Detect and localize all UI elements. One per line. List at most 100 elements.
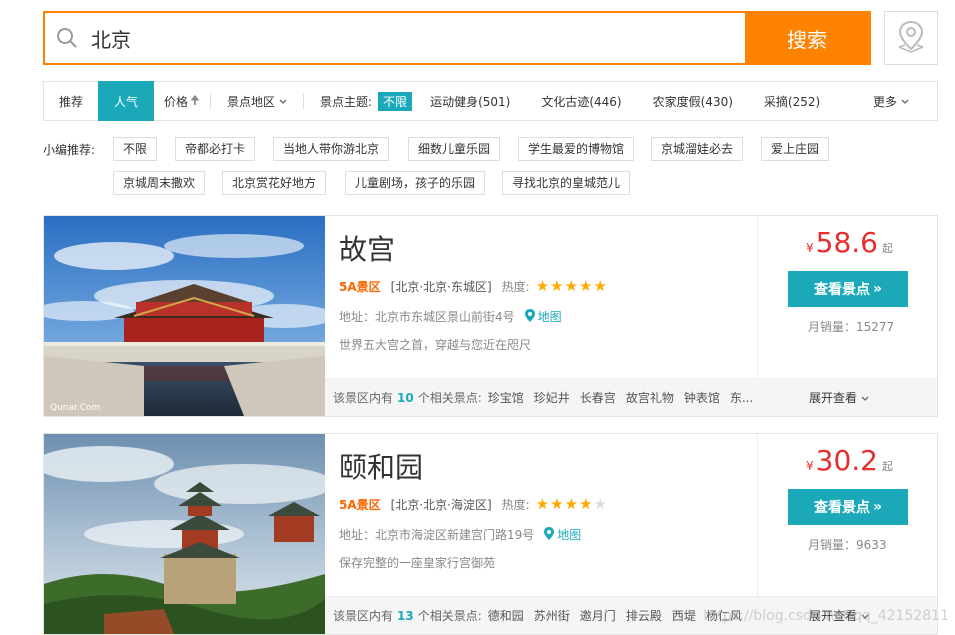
summer-palace-photo[interactable] — [44, 434, 325, 634]
related-spot[interactable]: 苏州街 — [534, 607, 570, 624]
star-icon: ★ — [535, 277, 550, 295]
recommend-tag[interactable]: 帝都必打卡 — [175, 137, 256, 161]
related-spot[interactable]: 钟表馆 — [684, 389, 720, 406]
sort-popular-label: 人气 — [113, 94, 138, 109]
address: 地址：北京市东城区景山前街4号 — [339, 310, 515, 324]
map-link[interactable]: 地图 — [544, 526, 581, 543]
star-icon: ★ — [593, 277, 607, 295]
region-label: [北京·北京·东城区] — [390, 280, 492, 294]
theme-option[interactable]: 文化古迹(446) — [541, 93, 621, 110]
star-icon: ★ — [579, 495, 593, 513]
monthly-sales: 月销量：15277 — [808, 320, 895, 334]
sort-recommend-label: 推荐 — [58, 94, 83, 109]
search-icon — [45, 13, 89, 63]
chevron-down-icon — [901, 94, 909, 108]
view-attraction-button[interactable]: 查看景点 » — [788, 489, 908, 525]
result-card: 颐和园 5A景区 [北京·北京·海淀区] 热度: ★ ★ ★ ★ ★ 地址：北京… — [43, 433, 938, 635]
region-label: [北京·北京·海淀区] — [390, 498, 492, 512]
monthly-sales: 月销量：9633 — [808, 538, 887, 552]
forbidden-city-photo[interactable]: Qunar.Com — [44, 216, 325, 416]
search-bar: 搜索 — [43, 11, 871, 65]
related-spot[interactable]: 珍宝馆 — [488, 389, 524, 406]
expand-button[interactable]: 展开查看 — [801, 389, 873, 406]
star-icon: ★ — [564, 277, 579, 295]
region-dropdown-label: 景点地区 — [226, 94, 275, 109]
related-count: 10 — [397, 390, 414, 405]
photo-credit: Qunar.Com — [50, 403, 100, 413]
related-spot[interactable]: 长春宫 — [580, 389, 616, 406]
price-value: 58.6 — [815, 226, 878, 259]
hot-label: 热度: — [501, 280, 530, 294]
location-pin-icon — [544, 526, 555, 543]
view-attraction-button[interactable]: 查看景点 » — [788, 271, 908, 307]
recommend-tag[interactable]: 北京赏花好地方 — [222, 171, 327, 195]
description: 世界五大宫之首，穿越与您近在咫尺 — [339, 338, 532, 352]
view-button-label: 查看景点 — [813, 282, 870, 298]
attraction-name[interactable]: 颐和园 — [339, 446, 423, 486]
recommend-tag[interactable]: 细数儿童乐园 — [408, 137, 501, 161]
sort-price-label: 价格 — [164, 94, 189, 109]
chevron-down-icon — [861, 391, 869, 405]
sort-price[interactable]: 价格 🠉 — [154, 81, 210, 121]
star-icon: ★ — [550, 277, 564, 295]
sort-recommend[interactable]: 推荐 — [44, 81, 98, 121]
price-value: 30.2 — [815, 444, 878, 477]
double-chevron-right-icon: » — [872, 281, 883, 297]
related-count: 13 — [397, 608, 414, 623]
related-spot[interactable]: 排云殿 — [626, 607, 662, 624]
related-spot[interactable]: 西堤 — [672, 607, 696, 624]
watermark: https://blog.csdn.net/qq_42152811 — [703, 608, 949, 624]
double-chevron-right-icon: » — [872, 499, 883, 515]
address: 地址：北京市海淀区新建宫门路19号 — [339, 528, 535, 542]
map-pin-icon — [895, 19, 927, 58]
more-themes-button[interactable]: 更多 — [873, 93, 909, 110]
currency-symbol: ¥ — [806, 241, 814, 255]
theme-option[interactable]: 运动健身(501) — [430, 93, 510, 110]
related-spots-bar: 该景区内有 10 个相关景点: 珍宝馆 珍妃井 长春宫 故宫礼物 钟表馆 东..… — [325, 378, 937, 416]
filter-bar: 推荐 人气 价格 🠉 景点地区 景点主题: 不限 运动健身(501) 文化古迹(4… — [43, 81, 938, 121]
theme-label: 景点主题: — [320, 94, 373, 109]
search-input[interactable] — [89, 13, 745, 63]
location-pin-icon — [524, 308, 535, 325]
recommend-tag[interactable]: 京城溜娃必去 — [651, 137, 744, 161]
recommend-tag[interactable]: 儿童剧场，孩子的乐园 — [345, 171, 486, 195]
star-icon: ★ — [579, 277, 593, 295]
map-location-button[interactable] — [884, 11, 938, 65]
price: ¥ 58.6 起 — [806, 226, 893, 259]
recommend-label: 小编推荐: — [43, 143, 96, 157]
price: ¥ 30.2 起 — [806, 444, 893, 477]
related-prefix: 该景区内有 — [333, 609, 394, 623]
sort-popular[interactable]: 人气 — [98, 81, 154, 121]
recommend-tag[interactable]: 寻找北京的皇城范儿 — [502, 171, 631, 195]
level-badge: 5A景区 — [339, 280, 381, 294]
arrow-up-icon: 🠉 — [190, 92, 200, 107]
recommend-tag[interactable]: 不限 — [113, 137, 158, 161]
map-link[interactable]: 地图 — [524, 308, 562, 325]
theme-option-all[interactable]: 不限 — [378, 91, 413, 111]
theme-option[interactable]: 采摘(252) — [764, 93, 820, 110]
related-spot[interactable]: 邀月门 — [580, 607, 616, 624]
recommend-tag[interactable]: 爱上庄园 — [761, 137, 830, 161]
related-spot[interactable]: 珍妃井 — [534, 389, 570, 406]
related-spot[interactable]: 东... — [730, 389, 753, 406]
search-button[interactable]: 搜索 — [745, 13, 869, 63]
attraction-name[interactable]: 故宫 — [339, 228, 395, 268]
view-button-label: 查看景点 — [813, 500, 870, 516]
recommend-tag[interactable]: 学生最爱的博物馆 — [518, 137, 635, 161]
related-suffix: 个相关景点: — [417, 609, 482, 623]
level-badge: 5A景区 — [339, 498, 381, 512]
more-label: 更多 — [872, 94, 897, 109]
recommend-tag[interactable]: 京城周末撒欢 — [113, 171, 206, 195]
recommend-tag[interactable]: 当地人带你游北京 — [273, 137, 390, 161]
region-dropdown[interactable]: 景点地区 — [211, 81, 303, 121]
currency-symbol: ¥ — [806, 459, 814, 473]
theme-option[interactable]: 农家度假(430) — [653, 93, 733, 110]
star-icon: ★ — [550, 495, 564, 513]
related-spot[interactable]: 故宫礼物 — [626, 389, 674, 406]
rating-stars: ★ ★ ★ ★ ★ — [536, 279, 607, 294]
related-spot[interactable]: 德和园 — [488, 607, 524, 624]
star-icon: ★ — [535, 495, 550, 513]
expand-label: 展开查看 — [809, 391, 858, 405]
related-suffix: 个相关景点: — [417, 391, 482, 405]
divider — [303, 93, 304, 109]
